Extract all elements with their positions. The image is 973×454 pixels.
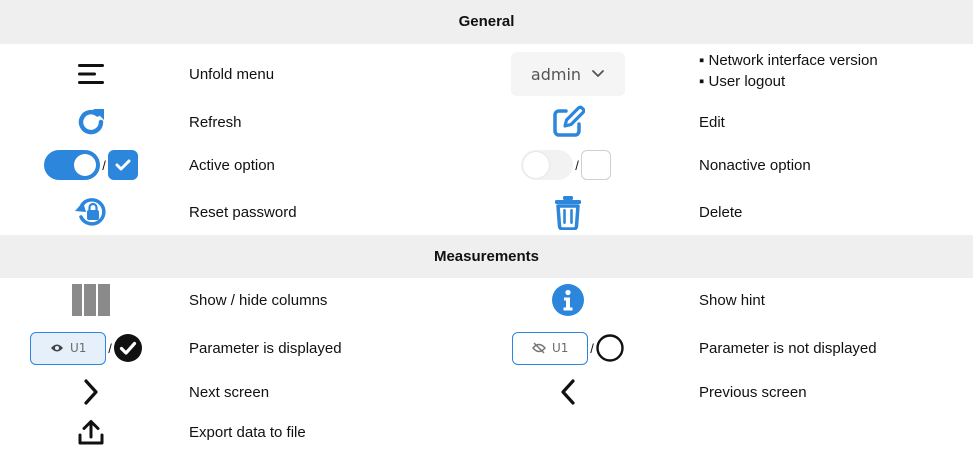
trash-icon (543, 191, 593, 233)
chevron-left-icon (543, 374, 593, 410)
parameter-not-displayed-label: Parameter is not displayed (699, 339, 877, 357)
upload-icon (66, 414, 116, 450)
active-option-icons: / (36, 144, 146, 186)
eye-icon (50, 344, 63, 352)
refresh-icon (66, 103, 116, 141)
section-header-measurements: Measurements (0, 235, 973, 278)
parameter-not-displayed-icons: U1 / (506, 326, 630, 370)
hint-label: Show hint (699, 291, 765, 309)
chevron-down-icon (592, 70, 604, 77)
reset-password-icon (66, 191, 116, 233)
separator: / (590, 340, 594, 356)
row-refresh: Refresh Edit (0, 103, 973, 141)
parameter-chip-displayed: U1 (30, 331, 107, 365)
previous-screen-label: Previous screen (699, 383, 807, 401)
eye-slash-icon (532, 342, 546, 354)
columns-icon (66, 281, 116, 319)
checkbox-checked-icon (107, 150, 138, 180)
parameter-chip-text: U1 (551, 341, 569, 355)
admin-menu-list: ▪ Network interface version ▪ User logou… (699, 50, 878, 92)
admin-dropdown-value: admin (530, 64, 582, 84)
separator: / (102, 157, 106, 173)
row-export: Export data to file (0, 414, 973, 450)
row-option: / Active option / Nonactive option (0, 144, 973, 186)
next-screen-label: Next screen (189, 383, 270, 401)
columns-label: Show / hide columns (189, 291, 328, 309)
parameter-chip-hidden: U1 (512, 331, 589, 365)
separator: / (575, 157, 579, 173)
delete-label: Delete (699, 203, 743, 221)
admin-menu-item: ▪ Network interface version (699, 52, 878, 69)
parameter-displayed-label: Parameter is displayed (189, 339, 342, 357)
reset-password-label: Reset password (189, 203, 297, 221)
parameter-chip-text: U1 (69, 341, 87, 355)
check-circle-icon (113, 334, 142, 362)
row-parameter: U1 / Parameter is displayed U1 / Paramet… (0, 326, 973, 370)
row-unfold-menu: Unfold menu admin ▪ Network interface ve… (0, 48, 973, 100)
unfold-menu-label: Unfold menu (189, 65, 275, 83)
row-columns: Show / hide columns Show hint (0, 281, 973, 319)
empty-circle-icon (596, 334, 624, 362)
parameter-displayed-icons: U1 / (26, 326, 146, 370)
toggle-on-icon (44, 150, 101, 180)
chevron-right-icon (66, 374, 116, 410)
export-label: Export data to file (189, 423, 306, 441)
hamburger-icon (66, 48, 116, 100)
nonactive-option-label: Nonactive option (699, 156, 811, 174)
separator: / (108, 340, 112, 356)
row-navigation: Next screen Previous screen (0, 374, 973, 410)
edit-icon (543, 103, 593, 141)
admin-dropdown-cell: admin (510, 48, 626, 100)
nonactive-option-icons: / (513, 144, 619, 186)
row-reset-password: Reset password Delete (0, 191, 973, 233)
info-icon (543, 281, 593, 319)
toggle-off-icon (521, 150, 574, 180)
section-header-general: General (0, 0, 973, 44)
active-option-label: Active option (189, 156, 275, 174)
admin-menu-item: ▪ User logout (699, 73, 786, 90)
checkbox-unchecked-icon (580, 150, 611, 180)
edit-label: Edit (699, 113, 725, 131)
admin-dropdown[interactable]: admin (511, 52, 625, 96)
refresh-label: Refresh (189, 113, 242, 131)
